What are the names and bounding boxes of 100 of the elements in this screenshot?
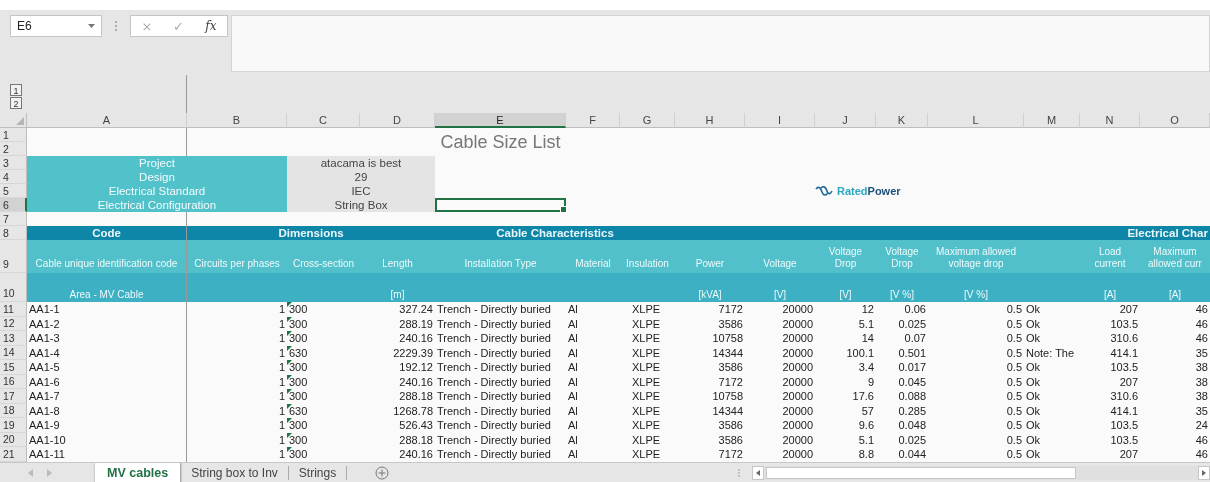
table-cell-text: 0.044: [897, 447, 927, 462]
row-header[interactable]: 2: [0, 142, 27, 156]
sheet-tab[interactable]: String box to Inv: [181, 465, 289, 480]
table-cell-text: 207: [1118, 374, 1139, 389]
row-header[interactable]: 10: [0, 273, 27, 302]
column-header[interactable]: M: [1024, 113, 1080, 128]
table-cell-text: 1: [277, 345, 286, 360]
table-cell-text: 3586: [717, 360, 744, 375]
column-header[interactable]: B: [187, 113, 287, 128]
table-cell-text: 0.5: [1005, 447, 1023, 462]
table-cell-text: 3.4: [857, 360, 875, 375]
column-header[interactable]: H: [675, 113, 745, 128]
column-header[interactable]: I: [745, 113, 815, 128]
table-cell-text: 288.18: [398, 389, 434, 404]
column-unit: [V]: [815, 273, 876, 302]
column-header[interactable]: G: [620, 113, 675, 128]
row-header[interactable]: 6: [0, 198, 27, 212]
column-header[interactable]: A: [27, 113, 187, 128]
column-unit: [m]: [360, 273, 435, 302]
table-cell-text: 240.16: [398, 374, 434, 389]
table-cell-text: Al: [567, 432, 579, 447]
table-cell-text: 207: [1118, 447, 1139, 462]
outline-level-button[interactable]: 1: [10, 84, 22, 96]
row-header[interactable]: 15: [0, 360, 27, 375]
table-cell-text: 7172: [717, 302, 744, 317]
row-header[interactable]: 7: [0, 212, 27, 226]
table-cell-text: XLPE: [631, 316, 662, 331]
row-header[interactable]: 4: [0, 170, 27, 184]
row-header[interactable]: 13: [0, 331, 27, 346]
scroll-left-icon[interactable]: [28, 468, 33, 477]
table-cell: AA1-1: [27, 302, 187, 317]
row-header[interactable]: 19: [0, 418, 27, 433]
table-cell: AA1-5: [27, 360, 187, 375]
table-cell-text: 46: [1194, 302, 1209, 317]
column-header[interactable]: D: [360, 113, 435, 128]
table-cell-text: 14344: [711, 345, 744, 360]
select-all-button[interactable]: [16, 117, 24, 125]
row-header[interactable]: 3: [0, 156, 27, 170]
table-cell-text: 1: [277, 389, 286, 404]
add-sheet-icon[interactable]: [375, 465, 390, 480]
table-cell-text: 0.5: [1005, 360, 1023, 375]
table-cell-text: Ok: [1025, 331, 1042, 346]
scroll-right-icon[interactable]: [47, 468, 52, 477]
table-cell-text: 5.1: [857, 432, 875, 447]
table-cell-text: 20000: [781, 345, 814, 360]
column-header[interactable]: K: [876, 113, 928, 128]
table-cell-text: XLPE: [631, 360, 662, 375]
column-unit: [kVA]: [675, 273, 745, 302]
column-header[interactable]: J: [815, 113, 876, 128]
fill-handle[interactable]: [560, 206, 567, 213]
sheet-tab[interactable]: Strings: [288, 465, 348, 480]
table-cell-text: XLPE: [631, 302, 662, 317]
scrollbar-thumb[interactable]: [766, 466, 1076, 479]
table-cell-text: 1: [277, 403, 286, 418]
column-header[interactable]: F: [566, 113, 620, 128]
sheet-tab[interactable]: MV cables: [95, 462, 182, 482]
row-header[interactable]: 9: [0, 240, 27, 273]
table-cell-text: 310.6: [1109, 389, 1139, 404]
info-label: Electrical Configuration: [27, 198, 287, 212]
table-cell-text: 20000: [781, 403, 814, 418]
table-cell-text: Ok: [1025, 403, 1042, 418]
table-cell-text: 192.12: [398, 360, 434, 375]
table-cell: AA1-11: [27, 447, 187, 462]
column-title: Cross-section: [287, 240, 360, 273]
table-cell-text: 9: [866, 374, 875, 389]
table-cell: 300: [289, 375, 308, 388]
column-header[interactable]: O: [1140, 113, 1210, 128]
column-title: Installation Type: [435, 240, 566, 273]
row-header[interactable]: 11: [0, 302, 27, 317]
formula-input[interactable]: [231, 15, 1210, 72]
table-cell-text: 414.1: [1109, 345, 1139, 360]
column-unit: Area - MV Cable: [27, 273, 187, 302]
row-header[interactable]: 1: [0, 128, 27, 142]
table-cell-text: Trench - Directly buried: [436, 316, 552, 331]
table-cell-text: Note: The: [1025, 345, 1076, 360]
insert-function-button[interactable]: fx: [201, 19, 221, 33]
table-cell-text: Trench - Directly buried: [436, 432, 552, 447]
row-header[interactable]: 21: [0, 447, 27, 462]
table-cell-text: 10758: [711, 331, 744, 346]
column-header[interactable]: L: [928, 113, 1024, 128]
row-header[interactable]: 5: [0, 184, 27, 198]
table-cell-text: 20000: [781, 360, 814, 375]
scroll-left-button[interactable]: [752, 465, 764, 480]
table-cell: 300: [289, 317, 308, 330]
table-cell-text: 0.048: [897, 418, 927, 433]
selected-cell[interactable]: [435, 198, 566, 212]
column-header[interactable]: E: [435, 113, 566, 128]
column-header[interactable]: N: [1080, 113, 1140, 128]
table-cell-text: 20000: [781, 374, 814, 389]
table-cell-text: 414.1: [1109, 403, 1139, 418]
name-box[interactable]: E6: [10, 15, 102, 37]
dropdown-caret-icon[interactable]: [88, 24, 95, 28]
table-cell-text: 46: [1194, 432, 1209, 447]
column-header[interactable]: C: [287, 113, 360, 128]
table-cell-text: 0.5: [1005, 316, 1023, 331]
row-header[interactable]: 8: [0, 226, 27, 240]
scroll-right-button[interactable]: [1198, 465, 1210, 480]
outline-level-button[interactable]: 2: [10, 97, 22, 109]
left-arrow-icon: [756, 469, 760, 476]
row-header[interactable]: 17: [0, 389, 27, 404]
